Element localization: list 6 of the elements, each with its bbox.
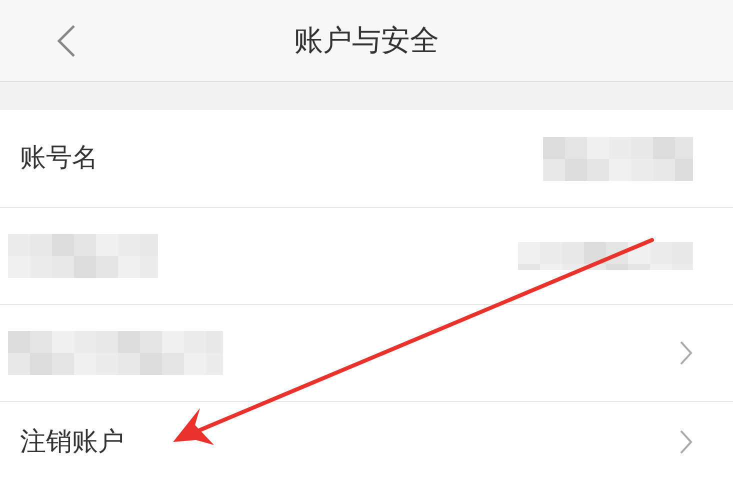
row-label: 注销账户: [20, 426, 124, 458]
page-title: 账户与安全: [294, 22, 439, 59]
chevron-right-icon: [679, 340, 693, 366]
back-icon[interactable]: [56, 24, 76, 58]
row-label: 账号名: [20, 142, 98, 175]
chevron-right-icon: [679, 429, 693, 455]
